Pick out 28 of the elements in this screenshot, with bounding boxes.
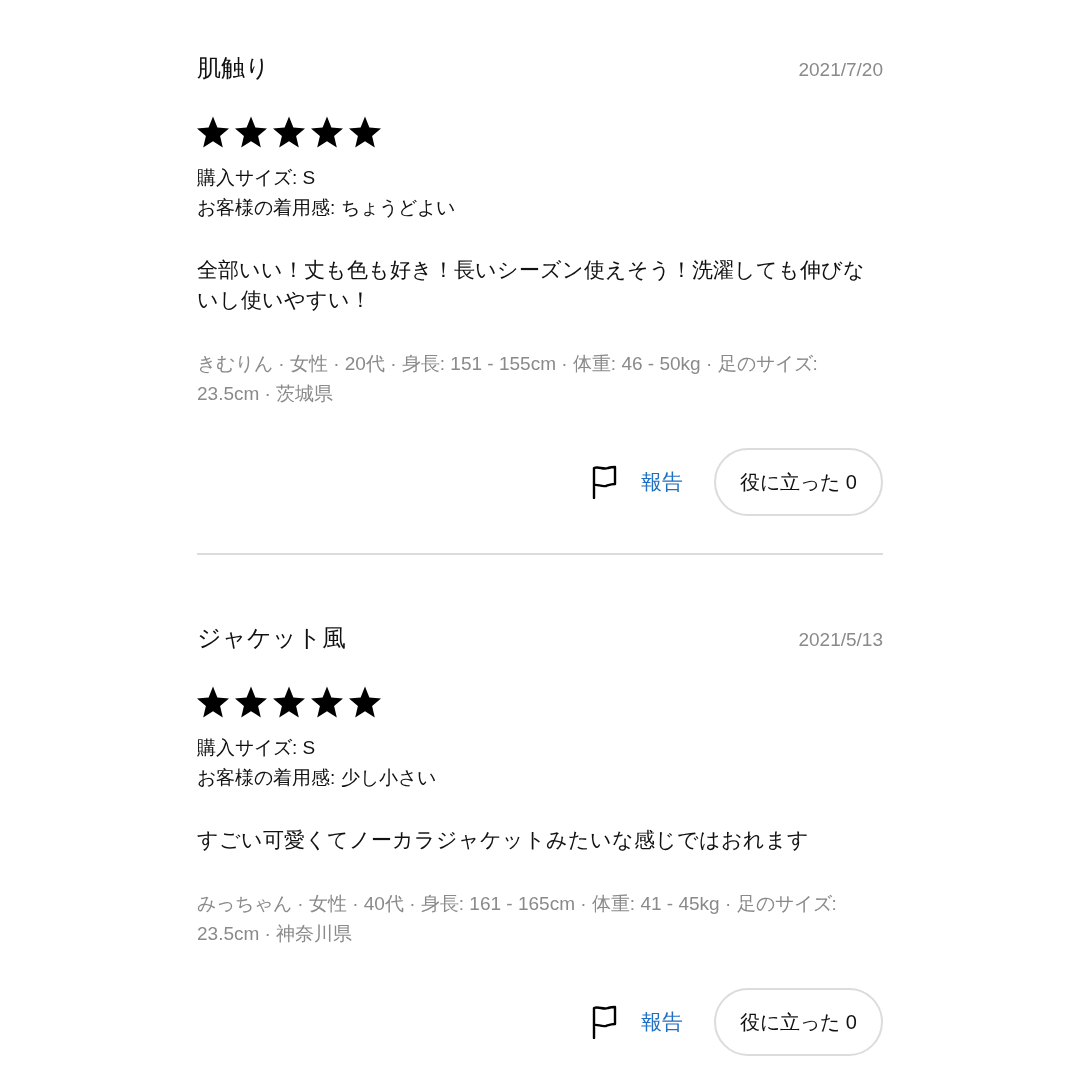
star-icon: [349, 116, 381, 148]
reviewer-info: みっちゃん · 女性 · 40代 · 身長: 161 - 165cm · 体重: 41 - 45kg · 足のサイズ: 23.5cm · 神奈川県: [197, 892, 838, 946]
review-body: 全部いい！丈も色も好き！長いシーズン使えそう！洗濯しても伸びないし使いやすい！: [197, 257, 866, 313]
review-body: すごい可愛くてノーカラジャケットみたいな感じではおれます: [197, 827, 810, 853]
star-icon: [311, 116, 343, 148]
helpful-button[interactable]: 役に立った 0: [714, 448, 883, 516]
star-icon: [273, 686, 305, 718]
review-date: 2021/5/13: [798, 628, 883, 652]
helpful-button[interactable]: 役に立った 0: [714, 988, 883, 1056]
fit-text: お客様の着用感: ちょうどよい: [197, 196, 455, 220]
star-icon: [311, 686, 343, 718]
flag-icon: [591, 465, 618, 499]
purchase-size-text: 購入サイズ: S: [197, 736, 316, 760]
star-icon: [197, 116, 229, 148]
reviewer-info: きむりん · 女性 · 20代 · 身長: 151 - 155cm · 体重: 46 - 50kg · 足のサイズ: 23.5cm · 茨城県: [197, 352, 819, 406]
star-icon: [197, 686, 229, 718]
fit-text: お客様の着用感: 少し小さい: [197, 766, 436, 790]
star-icon: [235, 116, 267, 148]
review-title: ジャケット風: [197, 623, 346, 653]
star-icon: [349, 686, 381, 718]
star-icon: [235, 686, 267, 718]
star-icon: [273, 116, 305, 148]
flag-icon: [591, 1005, 618, 1039]
review-title: 肌触り: [197, 53, 270, 83]
purchase-size-text: 購入サイズ: S: [197, 166, 316, 190]
report-link[interactable]: 報告: [591, 465, 684, 499]
report-link[interactable]: 報告: [591, 1005, 684, 1039]
review-date: 2021/7/20: [798, 58, 883, 82]
